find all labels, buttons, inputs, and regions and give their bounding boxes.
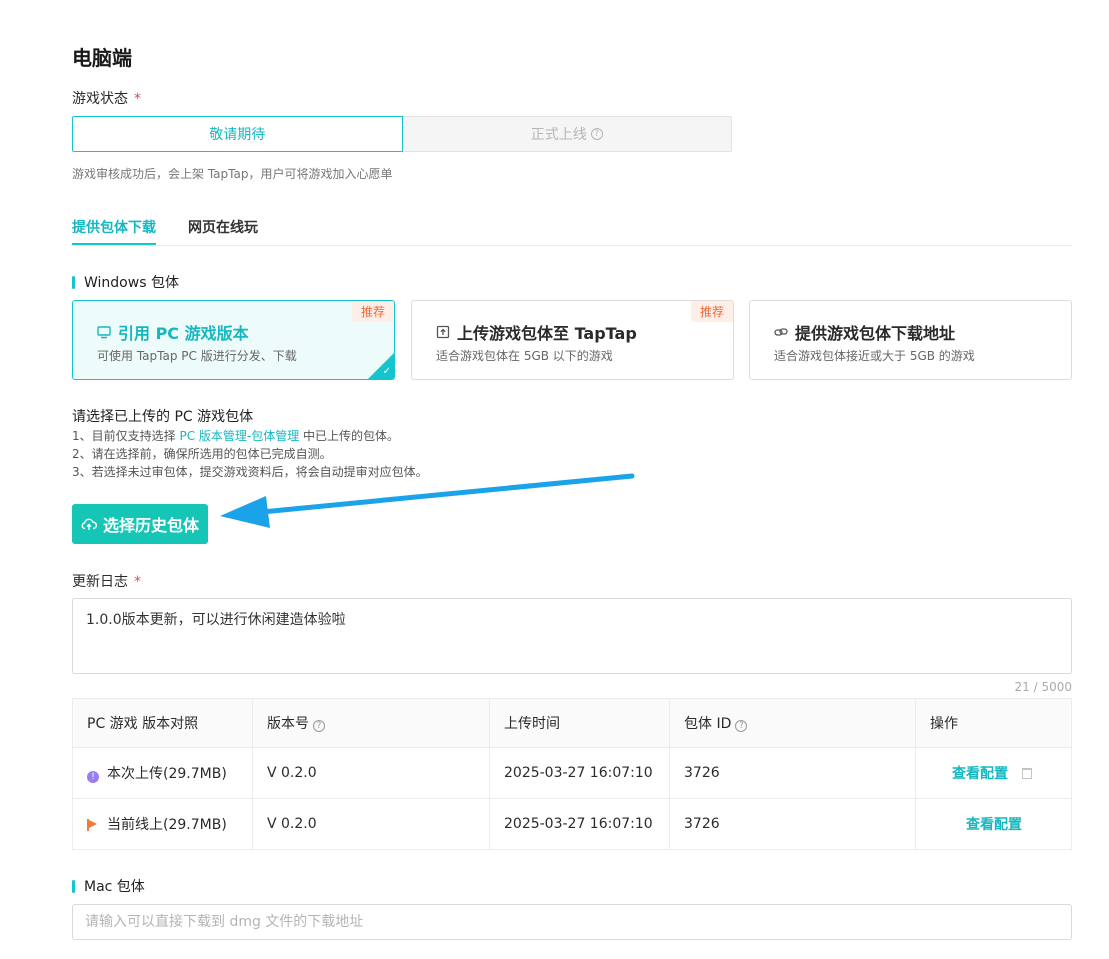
required-mark: * bbox=[134, 91, 141, 107]
col-header-version-text: 版本号 bbox=[267, 716, 309, 732]
card-upload-package-title: 上传游戏包体至 TapTap bbox=[436, 320, 637, 344]
tab-package-download[interactable]: 提供包体下载 bbox=[72, 217, 156, 237]
game-status-label: 游戏状态 * bbox=[72, 88, 141, 108]
game-status-segmented: 敬请期待 正式上线 ? bbox=[72, 116, 732, 152]
intro-line-2: 2、请在选择前，确保所选用的包体已完成自测。 bbox=[72, 447, 332, 461]
help-icon[interactable]: ? bbox=[735, 720, 748, 732]
required-mark: * bbox=[134, 574, 141, 590]
row-time: 2025-03-27 16:07:10 bbox=[489, 747, 670, 799]
game-status-label-text: 游戏状态 bbox=[72, 91, 128, 107]
version-table: PC 游戏 版本对照 版本号? 上传时间 包体 ID? 操作 ! 本次上传(29.… bbox=[72, 698, 1072, 850]
select-history-package-button[interactable]: 选择历史包体 bbox=[72, 504, 208, 544]
row-version: V 0.2.0 bbox=[252, 747, 490, 799]
view-config-link[interactable]: 查看配置 bbox=[966, 817, 1022, 833]
section-bar bbox=[72, 879, 75, 893]
col-header-version: 版本号? bbox=[252, 698, 490, 748]
row-version: V 0.2.0 bbox=[252, 798, 490, 850]
table-row: ! 本次上传(29.7MB) V 0.2.0 2025-03-27 16:07:1… bbox=[72, 747, 1072, 799]
table-row: 当前线上(29.7MB) V 0.2.0 2025-03-27 16:07:10… bbox=[72, 798, 1072, 850]
tab-web-play[interactable]: 网页在线玩 bbox=[188, 217, 258, 237]
link-icon bbox=[774, 328, 788, 336]
intro-line-1: 1、目前仅支持选择 PC 版本管理-包体管理 中已上传的包体。 bbox=[72, 427, 399, 444]
info-icon: ! bbox=[87, 771, 99, 783]
download-tabs: 提供包体下载 网页在线玩 bbox=[72, 206, 1072, 246]
recommend-badge: 推荐 bbox=[690, 301, 733, 322]
row-actions: 查看配置 bbox=[915, 747, 1072, 799]
trash-icon[interactable] bbox=[1022, 768, 1032, 779]
select-package-title: 请选择已上传的 PC 游戏包体 bbox=[72, 409, 254, 425]
row-label: 本次上传(29.7MB) bbox=[107, 766, 227, 782]
row-actions: 查看配置 bbox=[915, 798, 1072, 850]
status-option-launched[interactable]: 正式上线 ? bbox=[402, 116, 732, 152]
col-header-actions: 操作 bbox=[915, 698, 1072, 748]
row-label-cell: ! 本次上传(29.7MB) bbox=[72, 747, 253, 799]
card-download-url-title-text: 提供游戏包体下载地址 bbox=[795, 324, 956, 343]
windows-section-title: Windows 包体 bbox=[84, 275, 179, 291]
upload-icon bbox=[436, 325, 450, 339]
col-header-package-id: 包体 ID? bbox=[669, 698, 916, 748]
changelog-textarea[interactable]: 1.0.0版本更新，可以进行休闲建造体验啦 bbox=[72, 598, 1072, 674]
active-tab-indicator bbox=[72, 243, 156, 245]
card-upload-package[interactable]: 上传游戏包体至 TapTap 适合游戏包体在 5GB 以下的游戏 推荐 bbox=[411, 300, 734, 380]
status-option-launched-label: 正式上线 bbox=[530, 127, 587, 143]
card-pc-version[interactable]: 引用 PC 游戏版本 可使用 TapTap PC 版进行分发、下载 推荐 ✓ bbox=[72, 300, 395, 380]
package-management-link[interactable]: PC 版本管理-包体管理 bbox=[179, 429, 299, 443]
card-download-url[interactable]: 提供游戏包体下载地址 适合游戏包体接近或大于 5GB 的游戏 bbox=[749, 300, 1072, 380]
col-header-version-compare: PC 游戏 版本对照 bbox=[72, 698, 253, 748]
col-header-package-id-text: 包体 ID bbox=[684, 716, 732, 732]
recommend-badge: 推荐 bbox=[351, 301, 394, 322]
card-pc-version-desc: 可使用 TapTap PC 版进行分发、下载 bbox=[97, 349, 297, 363]
mac-section-title: Mac 包体 bbox=[84, 879, 145, 895]
card-pc-version-title: 引用 PC 游戏版本 bbox=[97, 320, 249, 344]
row-label: 当前线上(29.7MB) bbox=[107, 817, 227, 833]
card-upload-package-title-text: 上传游戏包体至 TapTap bbox=[457, 324, 637, 343]
row-id: 3726 bbox=[669, 747, 916, 799]
mac-section-header: Mac 包体 bbox=[72, 876, 145, 896]
windows-section-header: Windows 包体 bbox=[72, 272, 179, 292]
col-header-upload-time: 上传时间 bbox=[489, 698, 670, 748]
mac-download-url-input[interactable] bbox=[72, 904, 1072, 940]
changelog-label: 更新日志 * bbox=[72, 571, 141, 591]
status-option-coming-soon[interactable]: 敬请期待 bbox=[72, 116, 403, 152]
intro-line-1-pre: 1、目前仅支持选择 bbox=[72, 429, 180, 443]
row-id: 3726 bbox=[669, 798, 916, 850]
card-download-url-title: 提供游戏包体下载地址 bbox=[774, 320, 955, 344]
page-title: 电脑端 bbox=[72, 46, 132, 70]
help-icon[interactable]: ? bbox=[313, 720, 325, 732]
help-icon[interactable]: ? bbox=[590, 128, 603, 140]
card-pc-version-title-text: 引用 PC 游戏版本 bbox=[118, 324, 249, 343]
changelog-label-text: 更新日志 bbox=[72, 574, 128, 590]
game-status-hint: 游戏审核成功后，会上架 TapTap，用户可将游戏加入心愿单 bbox=[72, 167, 393, 181]
card-download-url-desc: 适合游戏包体接近或大于 5GB 的游戏 bbox=[774, 349, 975, 363]
intro-line-1-post: 中已上传的包体。 bbox=[299, 429, 400, 443]
cloud-upload-icon bbox=[81, 518, 97, 530]
row-time: 2025-03-27 16:07:10 bbox=[489, 798, 670, 850]
monitor-icon bbox=[97, 326, 111, 339]
view-config-link[interactable]: 查看配置 bbox=[952, 766, 1008, 782]
section-bar bbox=[72, 275, 75, 289]
intro-line-3: 3、若选择未过审包体，提交游戏资料后，将会自动提审对应包体。 bbox=[72, 465, 428, 479]
table-header-row: PC 游戏 版本对照 版本号? 上传时间 包体 ID? 操作 bbox=[72, 698, 1072, 748]
check-icon: ✓ bbox=[382, 366, 391, 377]
card-upload-package-desc: 适合游戏包体在 5GB 以下的游戏 bbox=[436, 349, 613, 363]
select-history-package-label: 选择历史包体 bbox=[102, 516, 199, 535]
flag-icon bbox=[87, 819, 97, 829]
row-label-cell: 当前线上(29.7MB) bbox=[72, 798, 253, 850]
changelog-char-counter: 21 / 5000 bbox=[1014, 680, 1072, 694]
